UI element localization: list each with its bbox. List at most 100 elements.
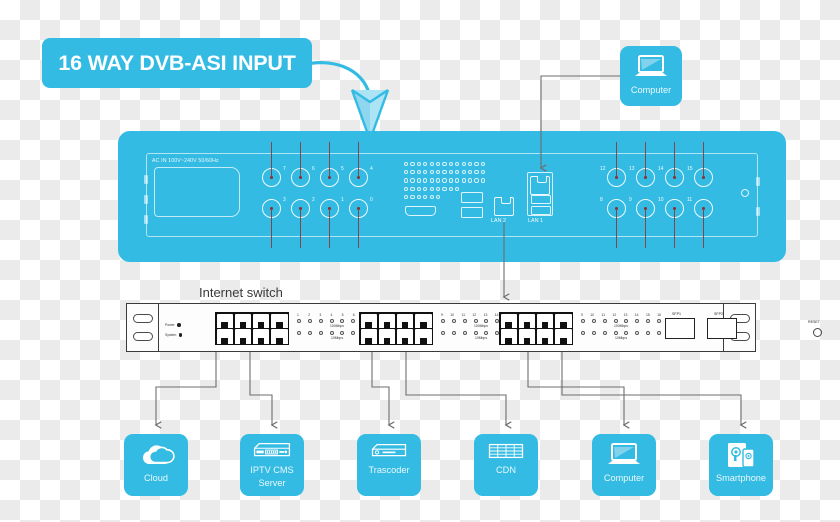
power-led	[177, 323, 181, 327]
vent-hole	[410, 194, 415, 199]
port-led	[591, 331, 596, 335]
vent-hole	[436, 162, 441, 167]
port-led	[441, 318, 445, 323]
vent-hole	[410, 178, 415, 183]
rj45-port[interactable]	[234, 329, 252, 344]
vent-hole	[455, 170, 460, 175]
vent-hole	[474, 162, 479, 167]
rj45-port[interactable]	[216, 329, 234, 344]
vent-hole	[423, 178, 428, 183]
port-led-number: 10	[590, 313, 595, 317]
rj45-port[interactable]	[554, 329, 572, 344]
port-led-number: 11	[601, 313, 606, 317]
port-led	[462, 331, 467, 335]
port-led-number: 9	[581, 313, 583, 317]
port-led-number: 9	[441, 313, 443, 317]
node-iptv-cms-server[interactable]: IPTV CMS Server	[240, 434, 304, 496]
port-led-number: 13	[483, 313, 488, 317]
vent-hole	[480, 162, 485, 167]
rj45-port[interactable]	[396, 329, 414, 344]
bnc-number-13: 13	[629, 166, 635, 172]
vent-hole	[448, 178, 453, 183]
usb-port-stack[interactable]	[461, 192, 483, 218]
laptop-icon	[608, 443, 640, 464]
port-led	[307, 331, 312, 335]
vent-hole	[423, 162, 428, 167]
bnc-number-3: 3	[283, 197, 286, 203]
rj45-port[interactable]	[414, 329, 432, 344]
node-trascoder[interactable]: Trascoder	[357, 434, 421, 496]
asi-cable-1	[328, 208, 331, 248]
node-smartphone[interactable]: Smartphone	[709, 434, 773, 496]
chassis-tab	[144, 215, 148, 224]
rj45-port[interactable]	[536, 329, 554, 344]
port-led	[340, 318, 345, 323]
sfp-slot-1[interactable]	[665, 318, 695, 339]
vent-hole	[448, 170, 453, 175]
node-computer[interactable]: Computer	[592, 434, 656, 496]
cloud-icon	[142, 445, 175, 464]
diagram-canvas: 16 WAY DVB-ASI INPUT Computer AC IN 100V…	[0, 0, 840, 522]
port-block-3[interactable]	[499, 312, 573, 345]
vent-hole	[416, 162, 421, 167]
vent-hole	[416, 170, 421, 175]
port-led	[484, 331, 489, 335]
rj45-port[interactable]	[536, 313, 554, 329]
rj45-port[interactable]	[360, 313, 378, 329]
bnc-number-14: 14	[658, 166, 664, 172]
power-led-label: Power	[165, 323, 175, 327]
port-led	[473, 331, 478, 335]
rj45-port[interactable]	[234, 313, 252, 329]
port-led	[624, 318, 629, 323]
vent-hole	[468, 170, 473, 175]
asi-cable-3	[270, 208, 273, 248]
rj45-port[interactable]	[500, 313, 518, 329]
rj45-port[interactable]	[378, 329, 396, 344]
port-led-number: 4	[330, 313, 333, 317]
rj45-port[interactable]	[396, 313, 414, 329]
rj45-port[interactable]	[252, 313, 270, 329]
asi-cable-10	[673, 208, 676, 248]
bnc-number-6: 6	[312, 166, 315, 172]
node-trascoder-label: Trascoder	[368, 465, 410, 475]
internet-switch[interactable]: Power System 12345678100Mbps10Mbps 91011…	[126, 303, 822, 352]
port-led	[602, 331, 607, 335]
port-led-number: 6	[352, 313, 355, 317]
server-stack-icon	[488, 443, 524, 459]
vent-hole	[416, 186, 421, 191]
rj45-port[interactable]	[252, 329, 270, 344]
port-led-number: 12	[472, 313, 477, 317]
port-led-number: 3	[319, 313, 322, 317]
asi-cable-15	[702, 142, 705, 178]
vent-hole	[410, 162, 415, 167]
node-cloud[interactable]: Cloud	[124, 434, 188, 496]
sfp2-label: SFP2	[714, 312, 723, 316]
vent-hole	[448, 162, 453, 167]
bnc-number-12: 12	[600, 166, 606, 172]
reset-button[interactable]	[813, 328, 822, 337]
lan2-port[interactable]	[494, 196, 514, 216]
rj45-port[interactable]	[378, 313, 396, 329]
vent-hole	[480, 170, 485, 175]
hdmi-port[interactable]	[405, 206, 436, 216]
port-block-1[interactable]	[215, 312, 289, 345]
rj45-port[interactable]	[414, 313, 432, 329]
rj45-port[interactable]	[270, 329, 288, 344]
rj45-port[interactable]	[500, 329, 518, 344]
port-led	[591, 318, 596, 323]
port-led	[484, 318, 489, 323]
vent-hole	[429, 178, 434, 183]
node-computer-top[interactable]: Computer	[620, 46, 682, 106]
rj45-port[interactable]	[270, 313, 288, 329]
rj45-port[interactable]	[518, 313, 536, 329]
rj45-port[interactable]	[360, 329, 378, 344]
rj45-port[interactable]	[518, 329, 536, 344]
port-led	[297, 331, 301, 335]
rj45-port[interactable]	[554, 313, 572, 329]
rack-server-icon	[253, 443, 291, 457]
node-cdn[interactable]: CDN	[474, 434, 538, 496]
asi-cable-6	[299, 142, 302, 178]
rj45-port[interactable]	[216, 313, 234, 329]
sfp-slot-2[interactable]	[707, 318, 737, 339]
port-block-2[interactable]	[359, 312, 433, 345]
